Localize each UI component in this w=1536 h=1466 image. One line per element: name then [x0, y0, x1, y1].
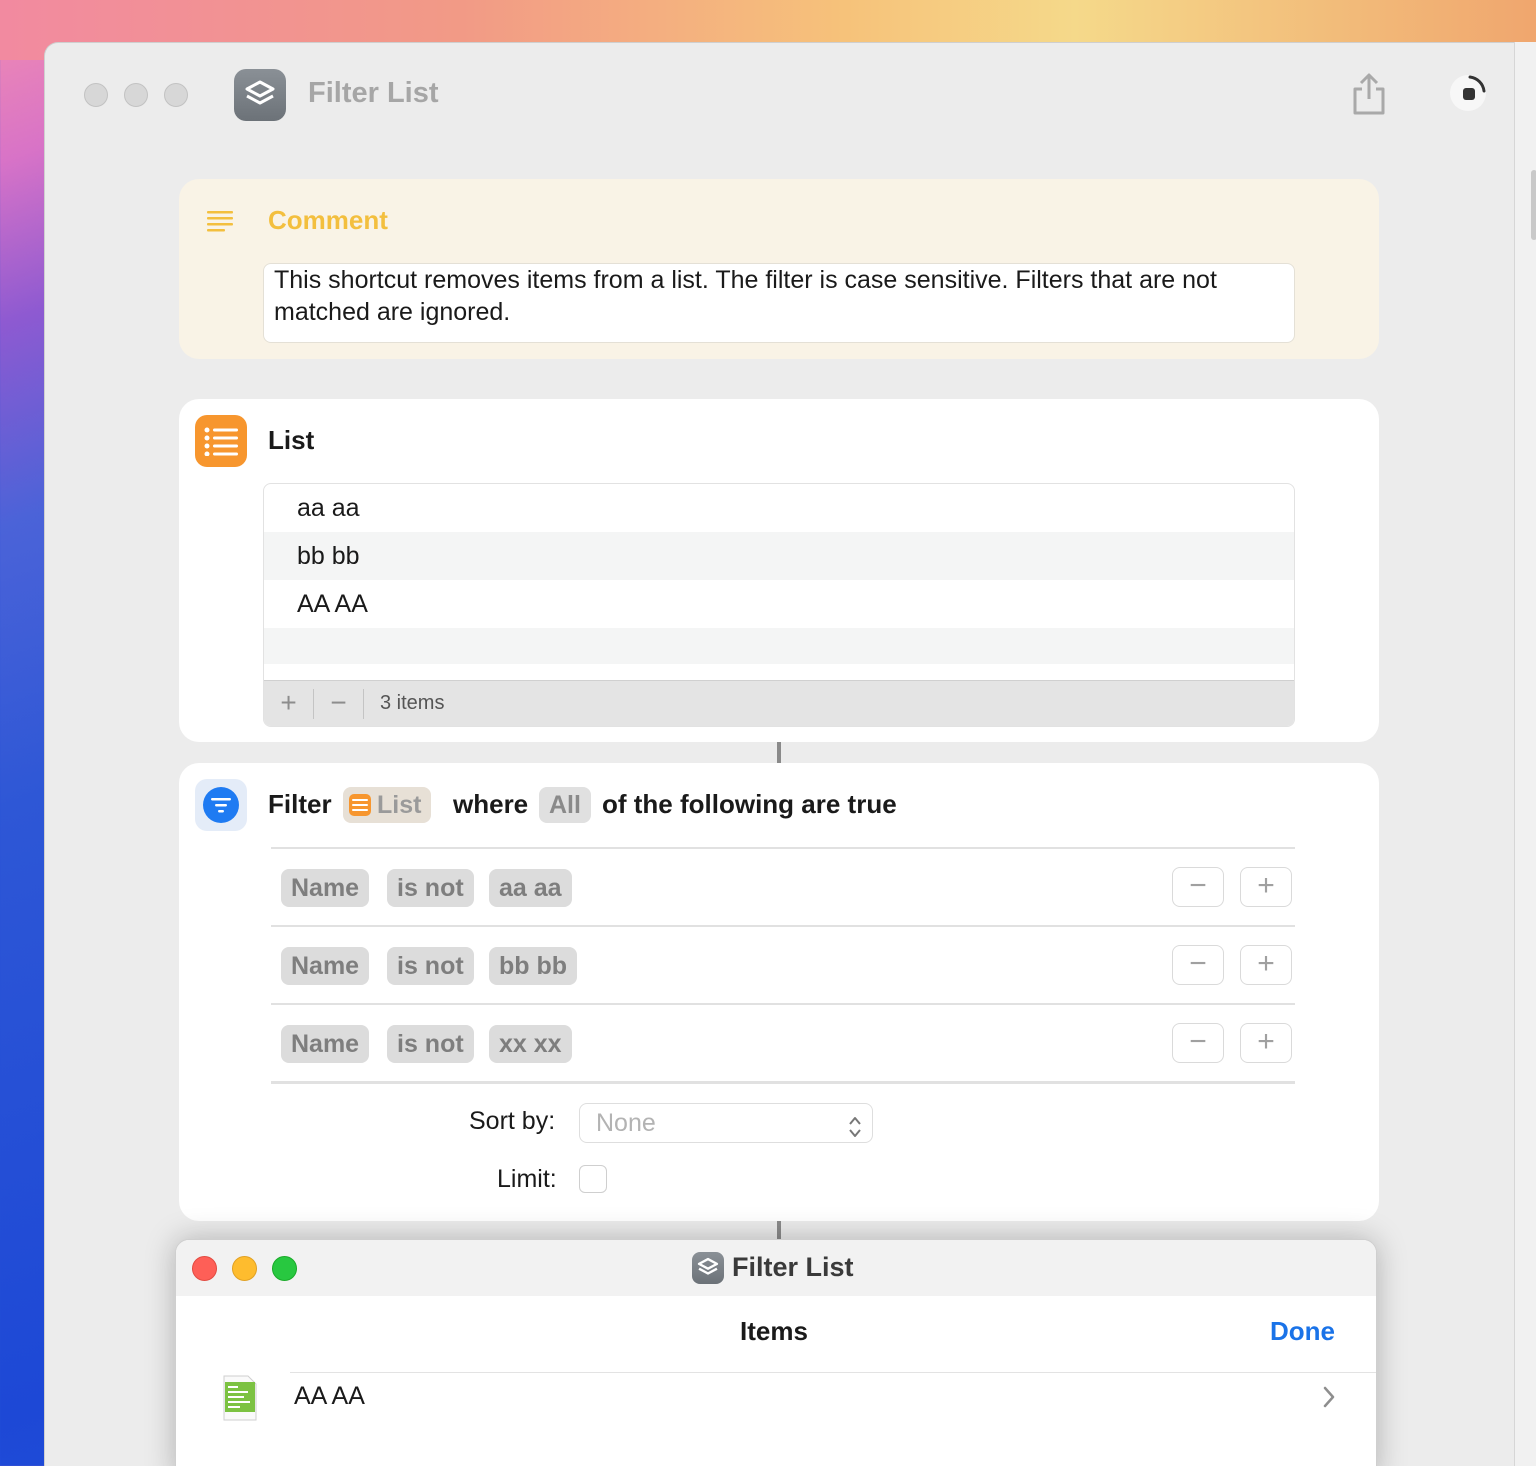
- match-mode-token[interactable]: All: [539, 787, 591, 823]
- shortcuts-app-icon: [692, 1252, 724, 1284]
- comment-title: Comment: [268, 205, 388, 235]
- result-item-label[interactable]: AA AA: [294, 1382, 365, 1411]
- chevron-right-icon[interactable]: [1322, 1386, 1336, 1413]
- remove-condition-button[interactable]: −: [1172, 945, 1224, 985]
- close-button-inactive[interactable]: [84, 83, 108, 107]
- condition-value[interactable]: xx xx: [489, 1025, 572, 1063]
- minimize-button[interactable]: [232, 1256, 257, 1281]
- limit-label: Limit:: [497, 1165, 557, 1193]
- condition-value[interactable]: bb bb: [489, 947, 578, 985]
- list-icon: [195, 415, 247, 467]
- input-variable-token[interactable]: List: [343, 787, 432, 823]
- result-window-title: Filter List: [732, 1252, 854, 1282]
- filter-icon: [195, 779, 247, 831]
- list-mini-icon: [349, 794, 371, 816]
- filter-action[interactable]: Filter List where All of the following a…: [179, 763, 1379, 1221]
- text-file-icon: [222, 1374, 258, 1427]
- condition-operator[interactable]: is not: [387, 1025, 474, 1063]
- share-icon[interactable]: [1350, 73, 1388, 120]
- action-connector: [777, 1221, 781, 1241]
- list-action[interactable]: List aa aa bb bb AA AA + − 3 items: [179, 399, 1379, 742]
- add-condition-button[interactable]: +: [1240, 1023, 1292, 1063]
- filter-condition-row: Name is not xx xx − +: [271, 1005, 1295, 1081]
- list-empty-row[interactable]: [264, 628, 1294, 664]
- where-label: where: [453, 789, 529, 819]
- condition-property[interactable]: Name: [281, 869, 370, 907]
- list-title: List: [268, 425, 315, 455]
- remove-condition-button[interactable]: −: [1172, 1023, 1224, 1063]
- list-item[interactable]: bb bb: [264, 532, 1294, 580]
- divider: [290, 1372, 1376, 1373]
- input-variable-label: List: [377, 791, 422, 819]
- comment-action[interactable]: Comment This shortcut removes items from…: [179, 179, 1379, 359]
- list-spacer: [264, 664, 1294, 680]
- sort-by-select[interactable]: None: [579, 1103, 873, 1143]
- condition-operator[interactable]: is not: [387, 947, 474, 985]
- comment-lines-icon: [207, 209, 233, 238]
- result-window-titlebar: Filter List: [176, 1240, 1376, 1296]
- remove-item-button[interactable]: −: [314, 681, 363, 726]
- add-item-button[interactable]: +: [264, 681, 313, 726]
- sort-by-label: Sort by:: [469, 1107, 556, 1135]
- minimize-button-inactive[interactable]: [124, 83, 148, 107]
- background-window-edge: [1514, 42, 1536, 1466]
- items-header: Items: [740, 1316, 808, 1346]
- filter-label: Filter: [268, 789, 332, 819]
- filter-condition-row: Name is not aa aa − +: [271, 849, 1295, 925]
- following-label: of the following are true: [602, 789, 897, 819]
- sort-by-value: None: [596, 1109, 656, 1137]
- divider: [271, 1081, 1295, 1084]
- window-title: Filter List: [308, 77, 439, 109]
- scroll-indicator: [1531, 170, 1536, 240]
- list-item[interactable]: AA AA: [264, 580, 1294, 628]
- add-condition-button[interactable]: +: [1240, 867, 1292, 907]
- condition-operator[interactable]: is not: [387, 869, 474, 907]
- list-footer: + − 3 items: [264, 680, 1294, 726]
- run-icon[interactable]: [1448, 73, 1488, 113]
- list-items-table: aa aa bb bb AA AA + − 3 items: [263, 483, 1295, 727]
- condition-property[interactable]: Name: [281, 947, 370, 985]
- remove-condition-button[interactable]: −: [1172, 867, 1224, 907]
- action-connector: [777, 742, 781, 763]
- up-down-chevron-icon: [848, 1112, 862, 1150]
- done-button[interactable]: Done: [1270, 1316, 1335, 1347]
- zoom-button[interactable]: [272, 1256, 297, 1281]
- filter-condition-row: Name is not bb bb − +: [271, 927, 1295, 1003]
- condition-property[interactable]: Name: [281, 1025, 370, 1063]
- limit-checkbox[interactable]: [579, 1165, 607, 1193]
- zoom-button-inactive[interactable]: [164, 83, 188, 107]
- condition-value[interactable]: aa aa: [489, 869, 572, 907]
- add-condition-button[interactable]: +: [1240, 945, 1292, 985]
- list-item[interactable]: aa aa: [264, 484, 1294, 532]
- result-window: Filter List Items Done AA AA: [175, 1239, 1377, 1466]
- shortcuts-app-icon[interactable]: [234, 69, 286, 121]
- divider: [363, 689, 364, 719]
- comment-text-field[interactable]: This shortcut removes items from a list.…: [263, 263, 1295, 343]
- item-count: 3 items: [380, 692, 445, 714]
- close-button[interactable]: [192, 1256, 217, 1281]
